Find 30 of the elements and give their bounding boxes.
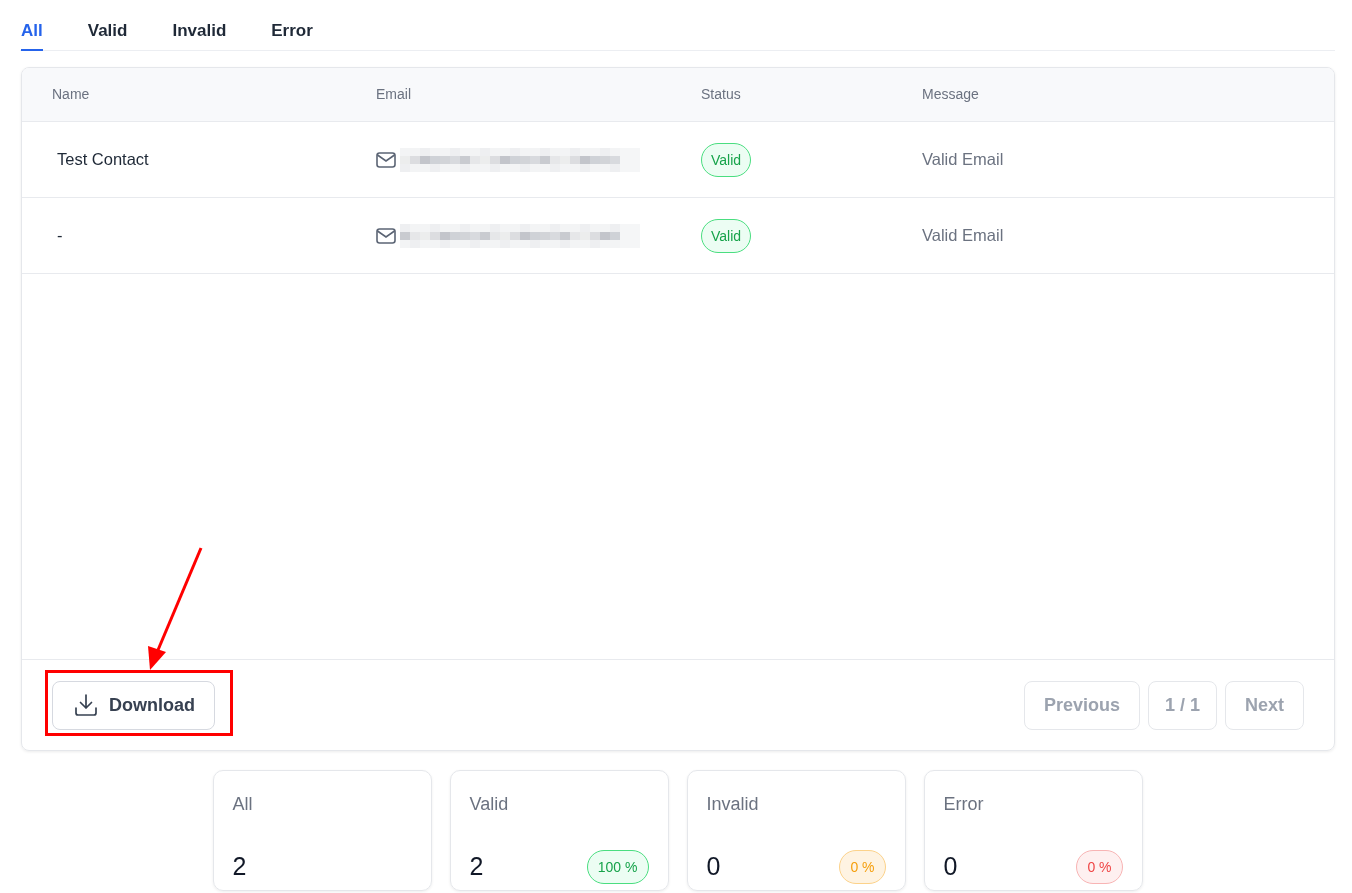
column-header: Name <box>52 86 90 102</box>
stat-label: Valid <box>469 793 509 816</box>
download-icon <box>74 693 98 717</box>
stat-value: 0 <box>943 851 958 882</box>
table-cell-text: Valid Email <box>922 225 1004 247</box>
column-header: Status <box>701 86 741 102</box>
stat-label: Error <box>943 793 984 816</box>
stat-value: 2 <box>469 851 484 882</box>
column-header: Email <box>376 86 411 102</box>
status-badge: Valid <box>701 142 752 177</box>
stat-label: All <box>232 793 253 816</box>
page-indicator: 1 / 1 <box>1147 680 1217 730</box>
percent-badge: 0 % <box>839 849 886 884</box>
percent-badge: 100 % <box>586 849 649 884</box>
stat-value: 2 <box>232 851 247 882</box>
mail-icon <box>376 227 396 244</box>
table-cell-text: - <box>56 225 63 247</box>
column-header: Message <box>922 86 979 102</box>
stat-label: Invalid <box>706 793 759 816</box>
tab[interactable]: Invalid <box>172 0 227 51</box>
tab[interactable]: Error <box>271 0 313 51</box>
status-badge: Valid <box>701 218 752 253</box>
mail-icon <box>376 151 396 168</box>
download-button[interactable]: Download <box>52 680 215 730</box>
table-cell-text: Valid Email <box>922 149 1004 171</box>
tab[interactable]: All <box>21 0 43 51</box>
percent-badge: 0 % <box>1076 849 1123 884</box>
tab[interactable]: Valid <box>87 0 128 51</box>
stat-value: 0 <box>706 851 721 882</box>
table-cell-text: Test Contact <box>56 149 149 171</box>
